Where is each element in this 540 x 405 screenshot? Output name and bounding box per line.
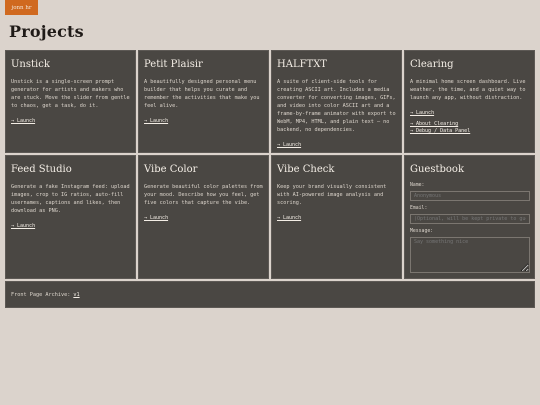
launch-link[interactable]: → Launch: [277, 142, 396, 149]
launch-link[interactable]: → Launch: [410, 110, 529, 117]
card-title: Clearing: [410, 59, 454, 70]
footer-bar: Front Page Archive: v1: [5, 281, 535, 308]
card-description: Generate a fake Instagram feed: upload i…: [11, 184, 130, 214]
card-title: Petit Plaisir: [144, 59, 203, 70]
launch-link[interactable]: → Launch: [11, 223, 130, 230]
email-label: Email:: [410, 206, 428, 211]
guestbook-title: Guestbook: [410, 164, 464, 175]
card-description: Unstick is a single-screen prompt genera…: [11, 79, 130, 109]
name-input[interactable]: [410, 191, 530, 201]
project-card-feed-studio: Feed Studio Generate a fake Instagram fe…: [5, 155, 136, 279]
card-description: A beautifully designed personal menu bui…: [144, 79, 260, 109]
guestbook-card: Guestbook Name: Email: Message:: [404, 155, 535, 279]
launch-link[interactable]: → Launch: [144, 118, 263, 125]
card-title: Vibe Color: [144, 164, 198, 175]
about-clearing-link[interactable]: → About Clearing: [410, 121, 529, 128]
project-card-vibe-check: Vibe Check Keep your brand visually cons…: [271, 155, 402, 279]
project-card-halftxt: HALFTXT A suite of client-side tools for…: [271, 50, 402, 153]
project-card-vibe-color: Vibe Color Generate beautiful color pale…: [138, 155, 269, 279]
page-title: Projects: [9, 22, 84, 41]
message-label: Message:: [410, 229, 434, 234]
front-page-archive-label: Front Page Archive:: [11, 291, 71, 298]
name-label: Name:: [410, 183, 425, 188]
card-title: Unstick: [11, 59, 50, 70]
card-title: HALFTXT: [277, 59, 327, 70]
message-textarea[interactable]: [410, 237, 530, 273]
card-description: Generate beautiful color palettes from y…: [144, 184, 263, 206]
launch-link[interactable]: → Launch: [277, 215, 396, 222]
card-title: Feed Studio: [11, 164, 72, 175]
email-input[interactable]: [410, 214, 530, 224]
card-description: Keep your brand visually consistent with…: [277, 184, 387, 206]
project-card-petit-plaisir: Petit Plaisir A beautifully designed per…: [138, 50, 269, 153]
card-title: Vibe Check: [277, 164, 335, 175]
project-card-clearing: Clearing A minimal home screen dashboard…: [404, 50, 535, 153]
debug-data-panel-link[interactable]: → Debug / Data Panel: [410, 128, 529, 135]
brand-badge[interactable]: jonn hr: [5, 0, 38, 15]
launch-link[interactable]: → Launch: [144, 215, 263, 222]
card-description: A minimal home screen dashboard. Live we…: [410, 79, 526, 101]
launch-link[interactable]: → Launch: [11, 118, 130, 125]
card-description: A suite of client-side tools for creatin…: [277, 79, 396, 133]
archive-v1-link[interactable]: v1: [73, 292, 79, 298]
project-card-unstick: Unstick Unstick is a single-screen promp…: [5, 50, 136, 153]
